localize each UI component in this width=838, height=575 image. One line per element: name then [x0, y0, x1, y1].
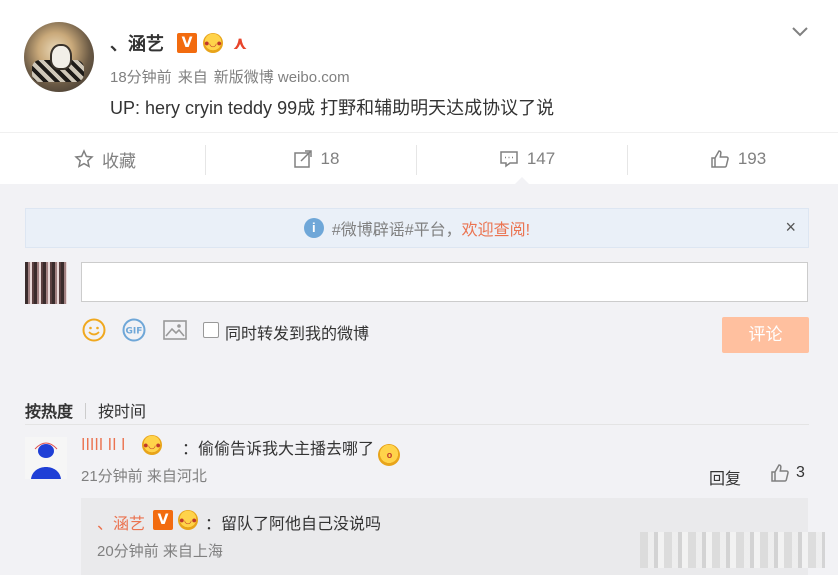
forward-button[interactable]: 18 [211, 133, 421, 185]
sort-tabs: 按热度 按时间 [25, 398, 146, 422]
action-divider [627, 145, 628, 175]
action-divider [205, 145, 206, 175]
forward-count: 18 [320, 149, 340, 168]
rumor-notice-banner: i #微博辟谣#平台， 欢迎查阅! × [25, 208, 809, 248]
comment-like-button[interactable]: 3 [770, 463, 805, 483]
comments-panel: i #微博辟谣#平台， 欢迎查阅! × GIF 同时转发到我的微博 评论 按热度… [0, 184, 838, 575]
author-name[interactable]: 、涵艺 [110, 30, 164, 56]
action-divider [416, 145, 417, 175]
chevron-down-icon[interactable] [790, 22, 810, 42]
image-icon[interactable] [162, 318, 188, 342]
sub-comment-location: 来自上海 [162, 543, 223, 560]
vip-face-badge[interactable]: ●◡● [142, 435, 162, 455]
forward-icon [293, 150, 312, 168]
post-time[interactable]: 18分钟前 [110, 69, 172, 86]
notice-text: #微博辟谣#平台， [331, 222, 462, 239]
reply-button[interactable]: 回复 [709, 465, 741, 489]
verified-v-badge[interactable]: V [177, 33, 197, 53]
comment-author[interactable]: ⅼⅼⅼⅼⅼ ⅼⅼ ⅼ [81, 435, 125, 455]
sub-comment-meta: 20分钟前 来自上海 [97, 540, 223, 561]
comment-count: 147 [526, 149, 556, 168]
sort-divider-line [25, 424, 809, 425]
post-meta: 18分钟前 来自 新版微博 weibo.com [110, 66, 356, 87]
post-text: UP: hery cryin teddy 99成 打野和辅助明天达成协议了说 [110, 98, 555, 118]
favorite-label: 收藏 [102, 151, 136, 171]
like-button[interactable]: 193 [633, 133, 838, 185]
weibo-post: 、涵艺 V ●◡● ⋏ 18分钟前 来自 新版微博 weibo.com UP: he… [0, 0, 838, 132]
verified-v-badge[interactable]: V [153, 510, 173, 530]
avatar-figure [50, 44, 72, 70]
comment-time: 21分钟前 [81, 468, 143, 485]
comment-input[interactable] [81, 262, 808, 302]
sub-comment-time: 20分钟前 [97, 543, 159, 560]
like-count: 193 [737, 149, 767, 168]
sub-comment-text: ：留队了阿他自己没说吗 [205, 516, 382, 533]
thumbs-up-icon [711, 150, 729, 168]
thumbs-up-icon [771, 464, 789, 482]
comment-body: ：偷偷告诉我大主播去哪了 [182, 441, 375, 458]
source-prefix: 来自 [177, 69, 208, 86]
comment-location: 来自河北 [146, 468, 207, 485]
commenter-avatar[interactable] [25, 437, 67, 479]
sub-comment-author[interactable]: 、涵艺 [97, 510, 145, 534]
sort-divider [85, 403, 87, 419]
notice-link[interactable]: 欢迎查阅! [462, 216, 530, 240]
forward-checkbox-label[interactable]: 同时转发到我的微博 [225, 320, 369, 344]
forward-checkbox[interactable] [203, 322, 219, 338]
comment-text: ：偷偷告诉我大主播去哪了 o [182, 435, 401, 466]
my-avatar[interactable] [25, 262, 67, 304]
vip-face-badge[interactable]: ●◡● [203, 33, 223, 53]
fan-badge-icon[interactable]: ⋏ [229, 32, 251, 54]
svg-text:GIF: GIF [126, 327, 143, 337]
star-icon [74, 149, 94, 168]
submit-comment-button[interactable]: 评论 [722, 317, 809, 353]
post-action-bar: 收藏 18 147 193 [0, 132, 838, 184]
close-icon[interactable]: × [785, 217, 796, 238]
comment-meta: 21分钟前 来自河北 [81, 465, 207, 486]
sort-by-hot-tab[interactable]: 按热度 [25, 404, 73, 421]
gif-icon[interactable]: GIF [122, 318, 146, 342]
post-source[interactable]: 新版微博 weibo.com [214, 69, 350, 86]
comment-like-count: 3 [796, 464, 805, 481]
info-icon: i [303, 218, 324, 238]
comment-icon [500, 151, 518, 168]
vip-face-badge[interactable]: ●◡● [178, 510, 198, 530]
author-avatar[interactable] [24, 22, 94, 92]
surprised-emoji-icon: o [378, 444, 401, 466]
sort-by-time-tab[interactable]: 按时间 [98, 404, 146, 421]
watermark-blur [640, 532, 825, 568]
favorite-button[interactable]: 收藏 [0, 133, 210, 185]
emoji-icon[interactable] [82, 318, 106, 342]
